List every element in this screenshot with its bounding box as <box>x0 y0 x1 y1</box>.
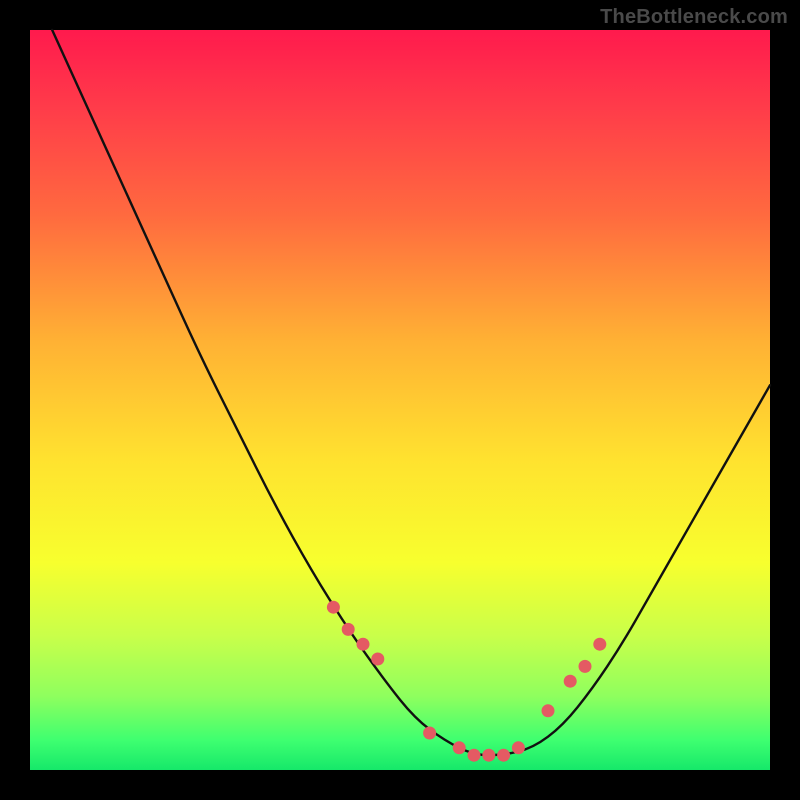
curve-marker <box>342 623 355 636</box>
curve-marker <box>497 749 510 762</box>
curve-layer <box>30 30 770 770</box>
curve-marker <box>371 653 384 666</box>
curve-marker <box>512 741 525 754</box>
curve-marker <box>542 704 555 717</box>
curve-markers <box>327 601 606 762</box>
curve-marker <box>357 638 370 651</box>
watermark-label: TheBottleneck.com <box>600 6 788 29</box>
curve-marker <box>564 675 577 688</box>
curve-marker <box>579 660 592 673</box>
curve-marker <box>482 749 495 762</box>
curve-marker <box>593 638 606 651</box>
curve-marker <box>468 749 481 762</box>
plot-area <box>30 30 770 770</box>
curve-marker <box>453 741 466 754</box>
bottleneck-curve <box>52 30 770 755</box>
chart-frame: TheBottleneck.com <box>0 0 800 800</box>
curve-marker <box>327 601 340 614</box>
curve-marker <box>423 727 436 740</box>
